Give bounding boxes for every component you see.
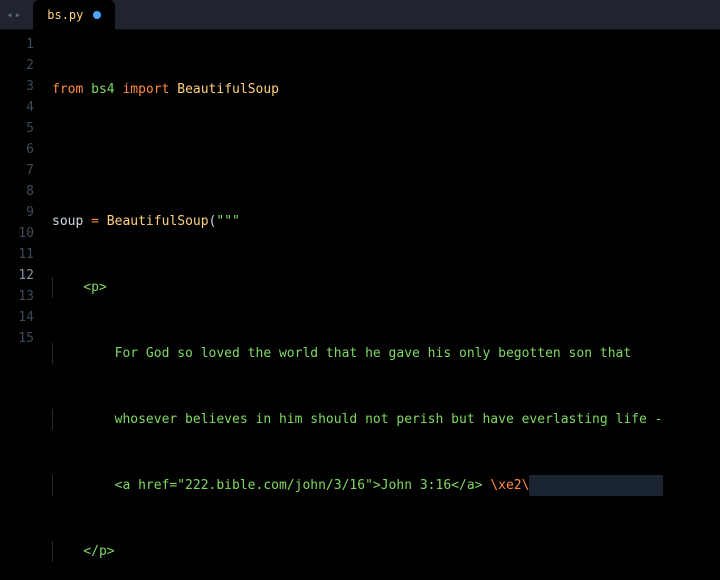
line-number: 10 — [0, 223, 44, 244]
line-number: 2 — [0, 55, 44, 76]
code-line[interactable]: soup = BeautifulSoup(""" — [44, 211, 720, 232]
line-number: 14 — [0, 307, 44, 328]
code-editor[interactable]: 123456789101112131415 from bs4 import Be… — [0, 30, 720, 580]
line-number: 11 — [0, 244, 44, 265]
nav-forward-icon[interactable]: ▸ — [15, 8, 22, 21]
line-number: 6 — [0, 139, 44, 160]
line-number: 7 — [0, 160, 44, 181]
tab-bs-py[interactable]: bs.py — [33, 0, 115, 30]
line-number: 4 — [0, 97, 44, 118]
line-number: 9 — [0, 202, 44, 223]
code-line[interactable]: For God so loved the world that he gave … — [44, 343, 720, 364]
line-number: 3 — [0, 76, 44, 97]
line-number: 8 — [0, 181, 44, 202]
line-number: 15 — [0, 328, 44, 349]
code-line[interactable]: from bs4 import BeautifulSoup — [44, 79, 720, 100]
code-line[interactable] — [44, 145, 720, 166]
line-number: 5 — [0, 118, 44, 139]
nav-back-icon[interactable]: ◂ — [6, 8, 13, 21]
code-line[interactable]: whosever believes in him should not peri… — [44, 409, 720, 430]
code-area[interactable]: from bs4 import BeautifulSoup soup = Bea… — [44, 30, 720, 580]
code-line[interactable]: <p> — [44, 277, 720, 298]
line-number: 1 — [0, 34, 44, 55]
code-line[interactable]: </p> — [44, 541, 720, 562]
line-number-gutter: 123456789101112131415 — [0, 30, 44, 580]
tab-filename: bs.py — [47, 8, 83, 22]
modified-indicator-icon — [93, 11, 101, 19]
tab-nav-arrows: ◂ ▸ — [0, 8, 27, 21]
line-number: 13 — [0, 286, 44, 307]
code-line[interactable]: <a href="222.bible.com/john/3/16">John 3… — [44, 475, 720, 496]
tab-bar: ◂ ▸ bs.py — [0, 0, 720, 30]
line-number: 12 — [0, 265, 44, 286]
